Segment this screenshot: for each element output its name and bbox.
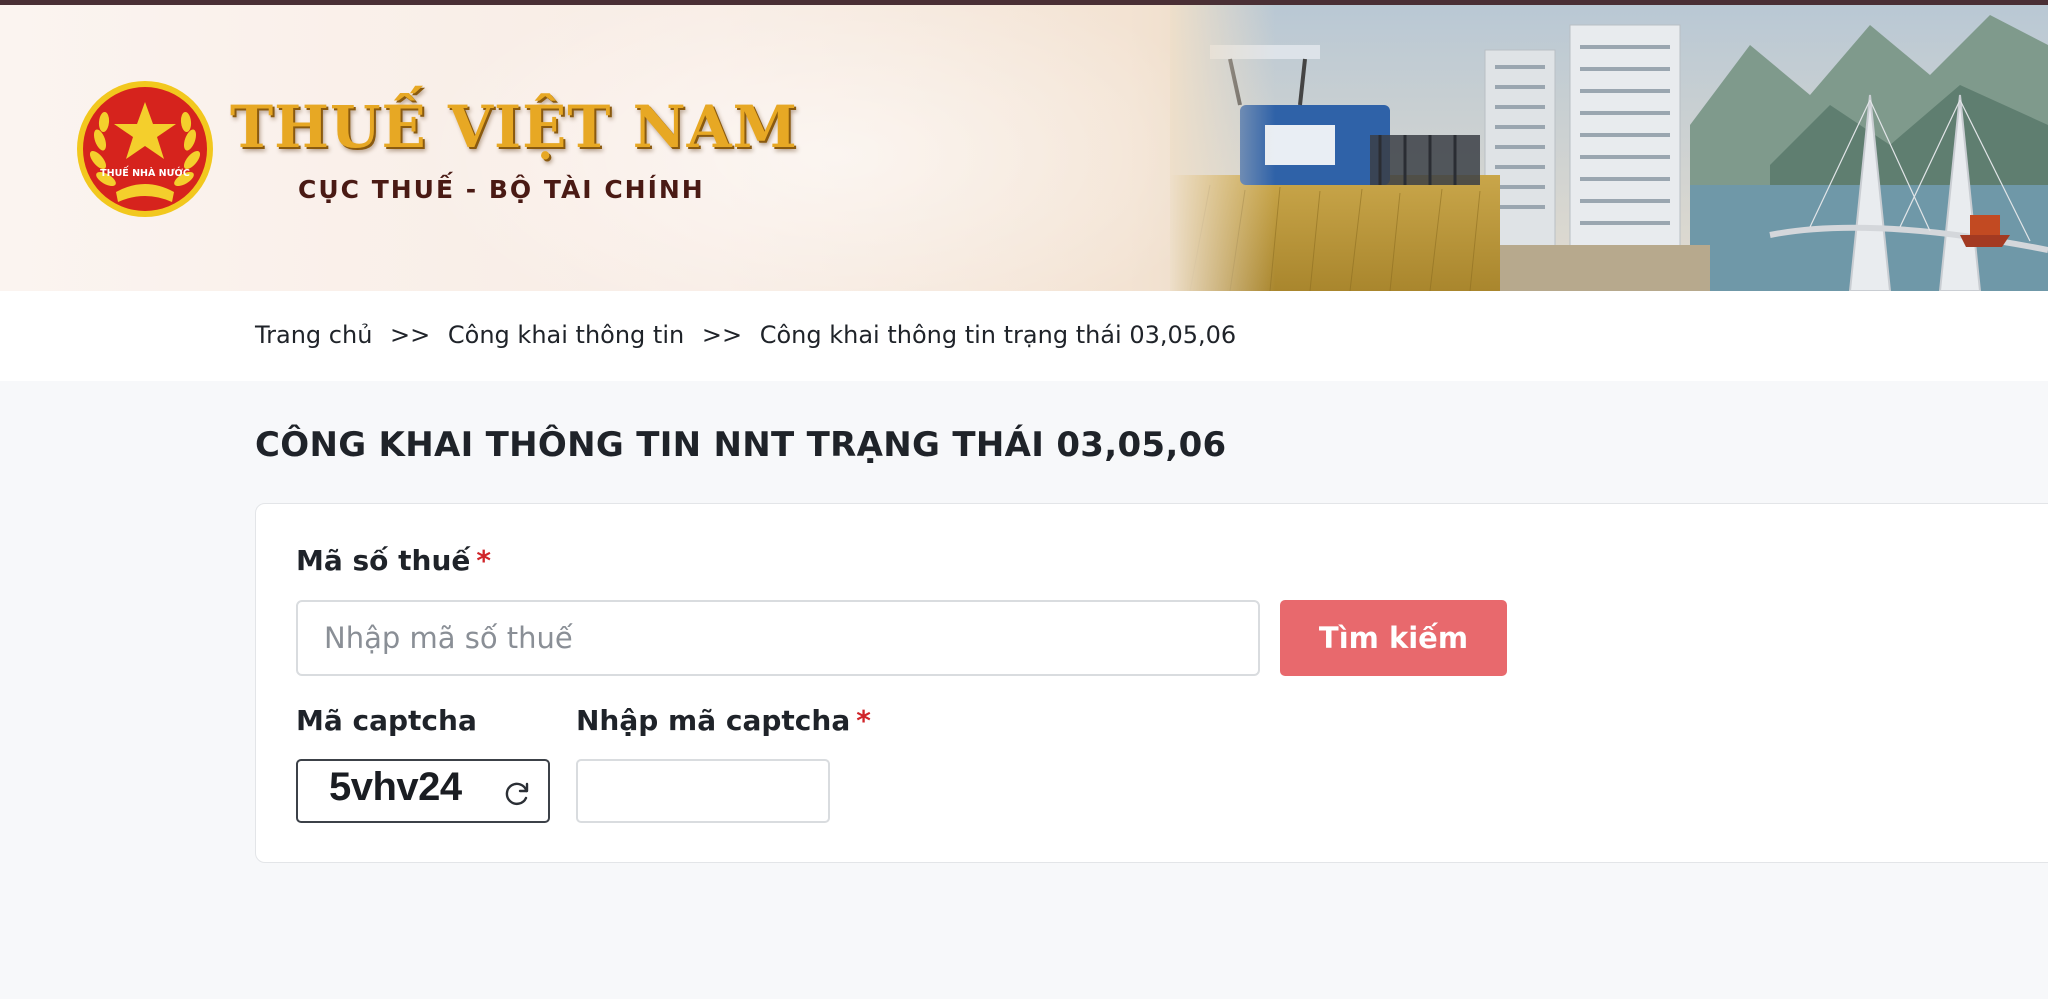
captcha-image: 5vhv24 [296,759,550,823]
captcha-code: 5vhv24 [329,765,462,809]
brand-title: THUẾ VIỆT NAM [230,93,798,161]
captcha-input-label: Nhập mã captcha * [576,704,871,737]
captcha-input-label-text: Nhập mã captcha [576,704,851,737]
national-emblem-icon: THUẾ NHÀ NƯỚC [77,81,213,217]
tax-code-label: Mã số thuế * [296,544,491,577]
brand-subtitle: CỤC THUẾ - BỘ TÀI CHÍNH [298,175,705,204]
breadcrumb-separator: >> [390,321,431,349]
search-form-card: Mã số thuế* Tìm kiếm Mã captcha Nhập mã … [255,503,2048,863]
captcha-label: Mã captcha [296,704,477,737]
breadcrumb-bar: Trang chủ >> Công khai thông tin >> Công… [0,291,2048,381]
breadcrumb-home-link[interactable]: Trang chủ [255,321,372,349]
search-button[interactable]: Tìm kiếm [1280,600,1507,676]
required-asterisk: * [476,544,492,577]
page-title: CÔNG KHAI THÔNG TIN NNT TRẠNG THÁI 03,05… [255,425,1227,465]
required-asterisk: * [856,704,871,737]
refresh-icon[interactable] [502,779,532,809]
banner-scenery-image [1170,5,2048,291]
tax-code-label-text: Mã số thuế [296,544,471,577]
svg-text:THUẾ NHÀ NƯỚC: THUẾ NHÀ NƯỚC [100,166,190,179]
captcha-input[interactable] [576,759,830,823]
header-banner: THUẾ NHÀ NƯỚC THUẾ VIỆT NAM CỤC THUẾ - B… [0,5,2048,291]
breadcrumb-separator: >> [701,321,743,349]
breadcrumb-current: Công khai thông tin trạng thái 03,05,06 [759,321,1237,349]
tax-code-input[interactable] [296,600,1260,676]
breadcrumb: Trang chủ >> Công khai thông tin >> Công… [255,321,1236,349]
breadcrumb-public-info-link[interactable]: Công khai thông tin [448,321,684,349]
